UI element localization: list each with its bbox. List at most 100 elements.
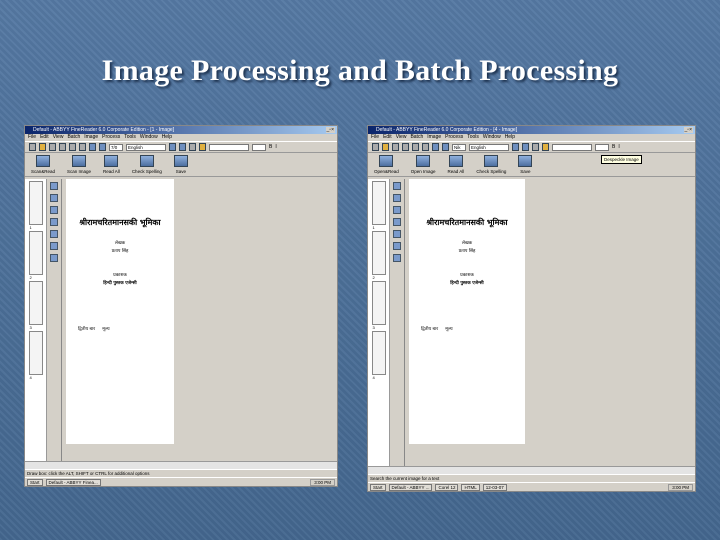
menu-window[interactable]: Window <box>483 134 501 140</box>
layout-icon[interactable] <box>512 143 519 151</box>
text-icon[interactable] <box>532 143 539 151</box>
thumbnail[interactable]: 2 <box>28 231 43 280</box>
menu-tools[interactable]: Tools <box>467 134 479 140</box>
copy-icon[interactable] <box>402 143 409 151</box>
zoom-out-icon[interactable] <box>393 242 401 250</box>
italic-icon[interactable]: I <box>275 144 276 150</box>
taskbar-item[interactable]: Default - ABBYY Finea... <box>45 478 101 486</box>
layout2-icon[interactable] <box>179 143 186 151</box>
menu-help[interactable]: Help <box>505 134 515 140</box>
paste-icon[interactable] <box>412 143 419 151</box>
menu-file[interactable]: File <box>371 134 379 140</box>
scan-image-button[interactable]: Scan Image <box>67 155 91 174</box>
menu-image[interactable]: Image <box>427 134 441 140</box>
thumbnail[interactable]: 3 <box>371 281 386 330</box>
rotate-icon[interactable] <box>393 254 401 262</box>
cut-icon[interactable] <box>49 143 56 151</box>
menu-file[interactable]: File <box>28 134 36 140</box>
thumbnail[interactable]: 1 <box>28 181 43 230</box>
menu-tools[interactable]: Tools <box>124 134 136 140</box>
scan-icon[interactable] <box>432 143 439 151</box>
check-spelling-button[interactable]: Check Spelling <box>476 155 506 174</box>
zoom-in-icon[interactable] <box>393 230 401 238</box>
language-select[interactable]: English <box>126 143 166 151</box>
menu-help[interactable]: Help <box>162 134 172 140</box>
font-size-select[interactable] <box>595 143 609 151</box>
taskbar-item[interactable]: 12-03-07 <box>482 483 507 491</box>
check-spelling-button[interactable]: Check Spelling <box>132 155 162 174</box>
cut-icon[interactable] <box>392 143 399 151</box>
window-controls[interactable]: _▫× <box>683 127 693 133</box>
zoom-in-icon[interactable] <box>50 230 58 238</box>
thumbnail[interactable]: 4 <box>371 331 386 380</box>
font-select[interactable] <box>552 143 592 151</box>
font-select[interactable] <box>209 143 249 151</box>
bold-icon[interactable]: B <box>612 144 615 150</box>
scan-image-button[interactable]: Open Image <box>411 155 436 174</box>
new-icon[interactable] <box>29 143 36 151</box>
undo-icon[interactable] <box>79 143 86 151</box>
table-area-icon[interactable] <box>393 206 401 214</box>
select-tool-icon[interactable] <box>50 182 58 190</box>
window-controls[interactable]: _▫× <box>325 127 335 133</box>
scan-icon[interactable] <box>89 143 96 151</box>
text-icon[interactable] <box>189 143 196 151</box>
save-button[interactable]: Save <box>173 155 188 174</box>
thumbnail[interactable]: 2 <box>371 231 386 280</box>
thumbnail-pane[interactable]: 1 2 3 4 <box>368 179 390 466</box>
copy-icon[interactable] <box>59 143 66 151</box>
undo-icon[interactable] <box>422 143 429 151</box>
zoom-select[interactable]: 7/0 <box>109 143 123 151</box>
menu-batch[interactable]: Batch <box>410 134 423 140</box>
despeckle-icon[interactable] <box>199 143 206 151</box>
menu-view[interactable]: View <box>396 134 407 140</box>
rotate-icon[interactable] <box>50 254 58 262</box>
bold-icon[interactable]: B <box>269 144 272 150</box>
menu-view[interactable]: View <box>53 134 64 140</box>
font-size-select[interactable] <box>252 143 266 151</box>
read-all-button[interactable]: Read All <box>103 155 120 174</box>
paste-icon[interactable] <box>69 143 76 151</box>
menu-edit[interactable]: Edit <box>40 134 49 140</box>
taskbar-item[interactable]: Corel 12 <box>435 483 459 491</box>
thumbnail[interactable]: 3 <box>28 281 43 330</box>
start-button[interactable]: Start <box>27 478 43 486</box>
open-icon[interactable] <box>39 143 46 151</box>
picture-area-icon[interactable] <box>50 218 58 226</box>
menu-image[interactable]: Image <box>84 134 98 140</box>
thumbnail[interactable]: 4 <box>28 331 43 380</box>
menu-process[interactable]: Process <box>102 134 120 140</box>
new-icon[interactable] <box>372 143 379 151</box>
thumbnail-pane[interactable]: 1 2 3 4 <box>25 179 47 461</box>
read-icon[interactable] <box>442 143 449 151</box>
despeckle-icon[interactable] <box>542 143 549 151</box>
horizontal-scrollbar[interactable] <box>368 466 695 474</box>
taskbar-item[interactable]: HTML <box>461 483 480 491</box>
select-tool-icon[interactable] <box>393 182 401 190</box>
layout-icon[interactable] <box>169 143 176 151</box>
read-all-button[interactable]: Read All <box>448 155 464 174</box>
taskbar-item[interactable]: Default - ABBYY ... <box>388 483 433 491</box>
language-select[interactable]: English <box>469 143 509 151</box>
picture-area-icon[interactable] <box>393 218 401 226</box>
zoom-out-icon[interactable] <box>50 242 58 250</box>
horizontal-scrollbar[interactable] <box>25 461 337 469</box>
open-icon[interactable] <box>382 143 389 151</box>
text-area-icon[interactable] <box>393 194 401 202</box>
image-view[interactable]: श्रीरामचरितमानसकी भूमिका लेखक प्रताप सिं… <box>404 179 695 466</box>
menu-window[interactable]: Window <box>140 134 158 140</box>
scan-read-button[interactable]: Scan&Read <box>31 155 55 174</box>
thumbnail[interactable]: 1 <box>371 181 386 230</box>
scan-read-button[interactable]: Open&Read <box>374 155 399 174</box>
menu-process[interactable]: Process <box>445 134 463 140</box>
table-area-icon[interactable] <box>50 206 58 214</box>
image-view[interactable]: श्रीरामचरितमानसकी भूमिका लेखक प्रताप सिं… <box>61 179 337 461</box>
save-button[interactable]: Save <box>518 155 533 174</box>
italic-icon[interactable]: I <box>618 144 619 150</box>
zoom-select[interactable]: Nik <box>452 143 466 151</box>
menu-batch[interactable]: Batch <box>67 134 80 140</box>
layout2-icon[interactable] <box>522 143 529 151</box>
start-button[interactable]: Start <box>370 483 386 491</box>
read-icon[interactable] <box>99 143 106 151</box>
menu-edit[interactable]: Edit <box>383 134 392 140</box>
